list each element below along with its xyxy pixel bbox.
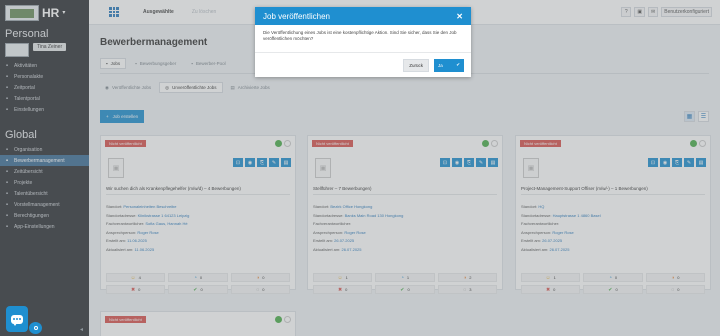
back-button[interactable]: Zurück xyxy=(403,58,429,72)
confirm-yes-button[interactable]: Ja ✔ xyxy=(434,58,464,72)
modal-footer: Zurück Ja ✔ xyxy=(255,52,471,77)
support-icon[interactable] xyxy=(29,322,42,334)
chat-icon xyxy=(11,314,23,326)
modal-title: Job veröffentlichen xyxy=(263,11,331,21)
publish-job-modal: Job veröffentlichen ✕ Die Veröffentlichu… xyxy=(255,7,471,77)
modal-body: Die Veröffentlichung eines Jobs ist eine… xyxy=(263,30,457,41)
close-icon[interactable]: ✕ xyxy=(456,12,463,21)
check-icon: ✔ xyxy=(456,62,460,67)
chat-widget-button[interactable] xyxy=(6,306,28,332)
modal-header: Job veröffentlichen ✕ xyxy=(255,7,471,25)
yes-label: Ja xyxy=(438,62,443,68)
